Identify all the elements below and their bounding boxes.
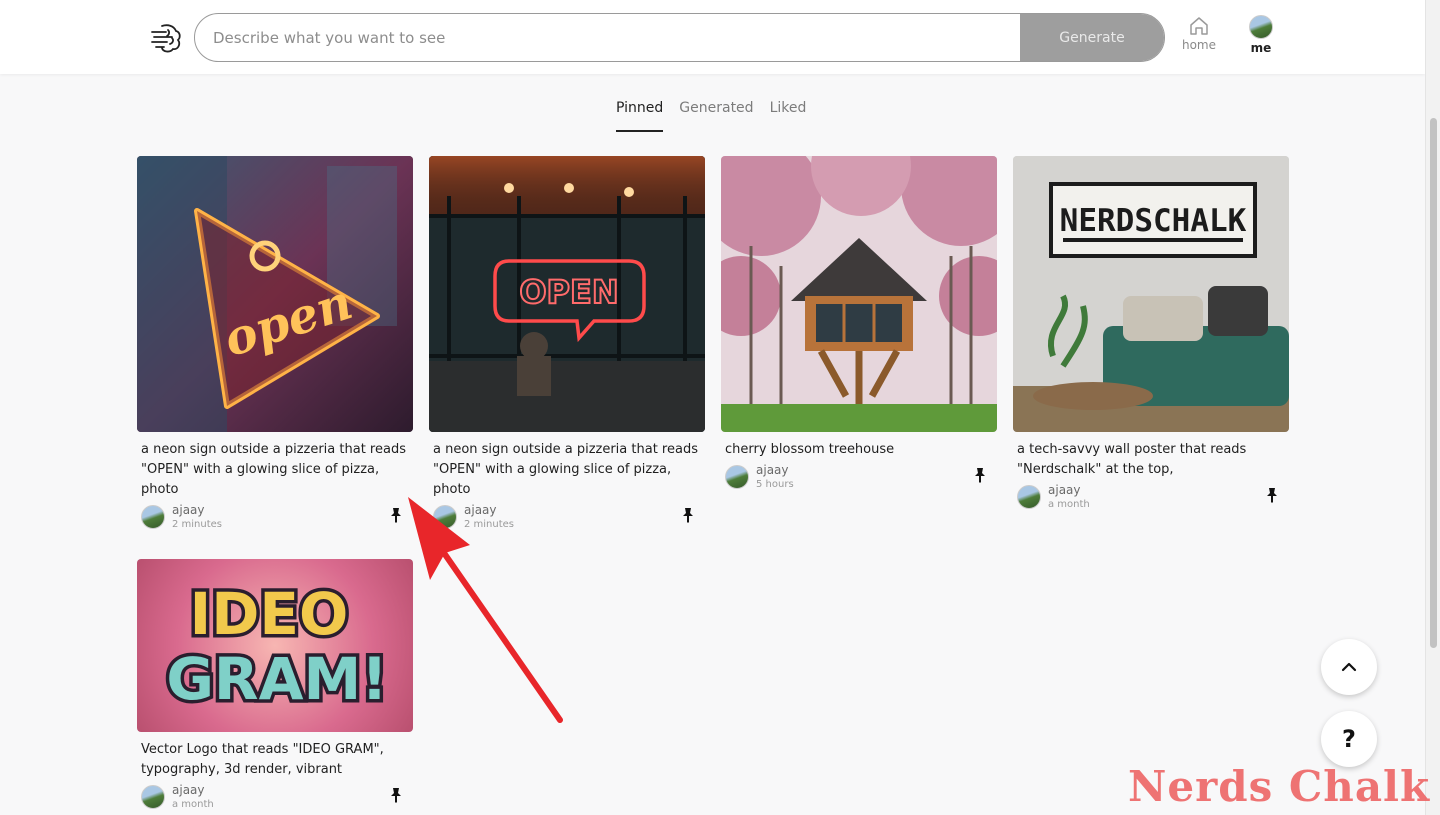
help-button[interactable]: ? — [1321, 711, 1377, 767]
scrollbar-thumb[interactable] — [1430, 118, 1437, 648]
author-name[interactable]: ajaay — [1048, 483, 1081, 497]
nav-home-label: home — [1181, 38, 1217, 52]
profile-tabs: Pinned Generated Liked — [616, 98, 806, 132]
logo-text-line2: GRAM! — [166, 645, 387, 713]
nav-me[interactable]: me — [1243, 15, 1279, 61]
card-caption: cherry blossom treehouse — [725, 442, 895, 457]
image-card[interactable]: OPEN a neon sign outside a pizzeria that… — [429, 156, 705, 531]
pin-icon[interactable] — [389, 787, 403, 803]
card-caption: Vector Logo that reads "IDEO GRAM", typo… — [141, 742, 384, 777]
tab-pinned[interactable]: Pinned — [616, 98, 664, 132]
card-image-ideogram-logo[interactable]: IDEO IDEO GRAM! GRAM! — [137, 559, 413, 732]
card-meta: ajaay a month — [137, 783, 413, 811]
neon-open-window-illustration: OPEN — [429, 156, 705, 432]
card-timestamp: a month — [172, 799, 214, 810]
author-avatar[interactable] — [141, 505, 165, 529]
card-meta: ajaay 2 minutes — [137, 503, 413, 531]
card-image-neon-open[interactable]: OPEN — [429, 156, 705, 432]
logo-text-line1: IDEO — [190, 580, 349, 648]
user-avatar — [1249, 15, 1273, 39]
author-avatar[interactable] — [1017, 485, 1041, 509]
card-image-neon-pizza[interactable]: open — [137, 156, 413, 432]
card-timestamp: 5 hours — [756, 479, 794, 490]
prompt-search-bar: Generate — [194, 13, 1165, 62]
author-name[interactable]: ajaay — [756, 463, 789, 477]
card-image-nerdschalk[interactable]: NERDSCHALK — [1013, 156, 1289, 432]
image-card[interactable]: cherry blossom treehouse ajaay 5 hours — [721, 156, 997, 491]
nav-me-label: me — [1250, 41, 1272, 55]
card-caption: a tech-savvy wall poster that reads "Ner… — [1017, 442, 1247, 477]
prompt-input[interactable] — [195, 14, 1021, 61]
pin-icon[interactable] — [681, 507, 695, 523]
pin-icon[interactable] — [973, 467, 987, 483]
image-card[interactable]: IDEO IDEO GRAM! GRAM! Vector Logo that r… — [137, 559, 413, 811]
generate-button[interactable]: Generate — [1020, 14, 1164, 61]
tab-liked[interactable]: Liked — [770, 98, 807, 132]
pin-icon[interactable] — [1265, 487, 1279, 503]
ideogram-logo-illustration: IDEO IDEO GRAM! GRAM! — [163, 577, 391, 717]
tab-generated[interactable]: Generated — [679, 98, 753, 132]
open-sign-text: OPEN — [519, 273, 618, 311]
author-avatar[interactable] — [725, 465, 749, 489]
author-name[interactable]: ajaay — [172, 783, 205, 797]
card-caption: a neon sign outside a pizzeria that read… — [141, 442, 406, 497]
image-card[interactable]: NERDSCHALK a tech-savvy wall poster that… — [1013, 156, 1289, 511]
nav-home[interactable]: home — [1176, 16, 1222, 60]
home-icon — [1190, 17, 1208, 35]
card-meta: ajaay 5 hours — [721, 463, 997, 491]
nerdschalk-poster-illustration: NERDSCHALK — [1013, 156, 1289, 432]
page-scrollbar[interactable] — [1425, 0, 1440, 815]
ideogram-logo-icon[interactable] — [148, 20, 184, 56]
treehouse-illustration — [721, 156, 997, 432]
scroll-to-top-button[interactable] — [1321, 639, 1377, 695]
card-image-treehouse[interactable] — [721, 156, 997, 432]
card-timestamp: 2 minutes — [172, 519, 223, 530]
chevron-up-icon — [1341, 662, 1357, 672]
image-card[interactable]: open a neon sign outside a pizzeria that… — [137, 156, 413, 531]
top-bar: Generate home me — [0, 0, 1425, 74]
card-meta: ajaay a month — [1013, 483, 1289, 511]
red-arrow-annotation — [408, 497, 563, 723]
card-caption: a neon sign outside a pizzeria that read… — [433, 442, 698, 497]
author-name[interactable]: ajaay — [172, 503, 205, 517]
author-avatar[interactable] — [141, 785, 165, 809]
poster-text: NERDSCHALK — [1060, 203, 1247, 239]
watermark-logo: Nerds Chalk — [1128, 762, 1431, 811]
neon-pizza-sign-illustration: open — [137, 156, 413, 432]
card-timestamp: a month — [1048, 499, 1090, 510]
